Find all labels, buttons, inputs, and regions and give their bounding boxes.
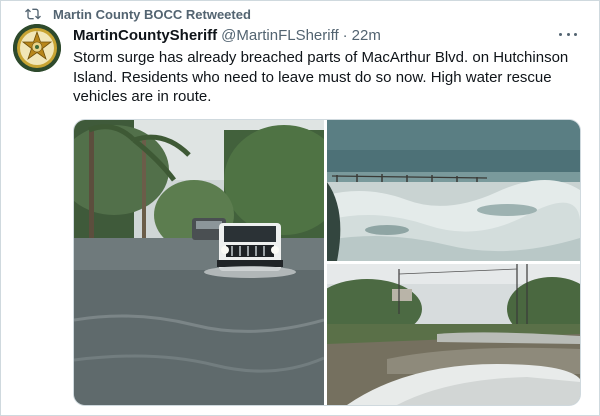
photo-jeep-flooded-street[interactable]	[74, 120, 324, 405]
media-grid	[73, 119, 581, 406]
avatar[interactable]	[13, 24, 61, 72]
tweet-header: MartinCountySheriff @MartinFLSheriff · 2…	[73, 25, 381, 45]
photo-storm-surge-beach[interactable]	[327, 120, 580, 261]
tweet-card[interactable]: Martin County BOCC Retweeted MartinCount…	[0, 0, 600, 416]
retweet-icon	[25, 6, 41, 22]
more-options-icon[interactable]	[559, 27, 577, 41]
tweet-timestamp[interactable]: 22m	[352, 27, 381, 44]
separator-dot: ·	[342, 26, 348, 44]
author-name[interactable]: MartinCountySheriff	[73, 27, 217, 44]
retweet-context[interactable]: Martin County BOCC Retweeted	[25, 6, 251, 22]
tweet-text: Storm surge has already breached parts o…	[73, 49, 569, 105]
sheriff-star-badge-icon	[13, 24, 61, 72]
author-handle[interactable]: @MartinFLSheriff	[221, 27, 339, 44]
retweet-label: Martin County BOCC Retweeted	[53, 6, 251, 22]
photo-flooded-road-from-vehicle[interactable]	[327, 264, 580, 405]
